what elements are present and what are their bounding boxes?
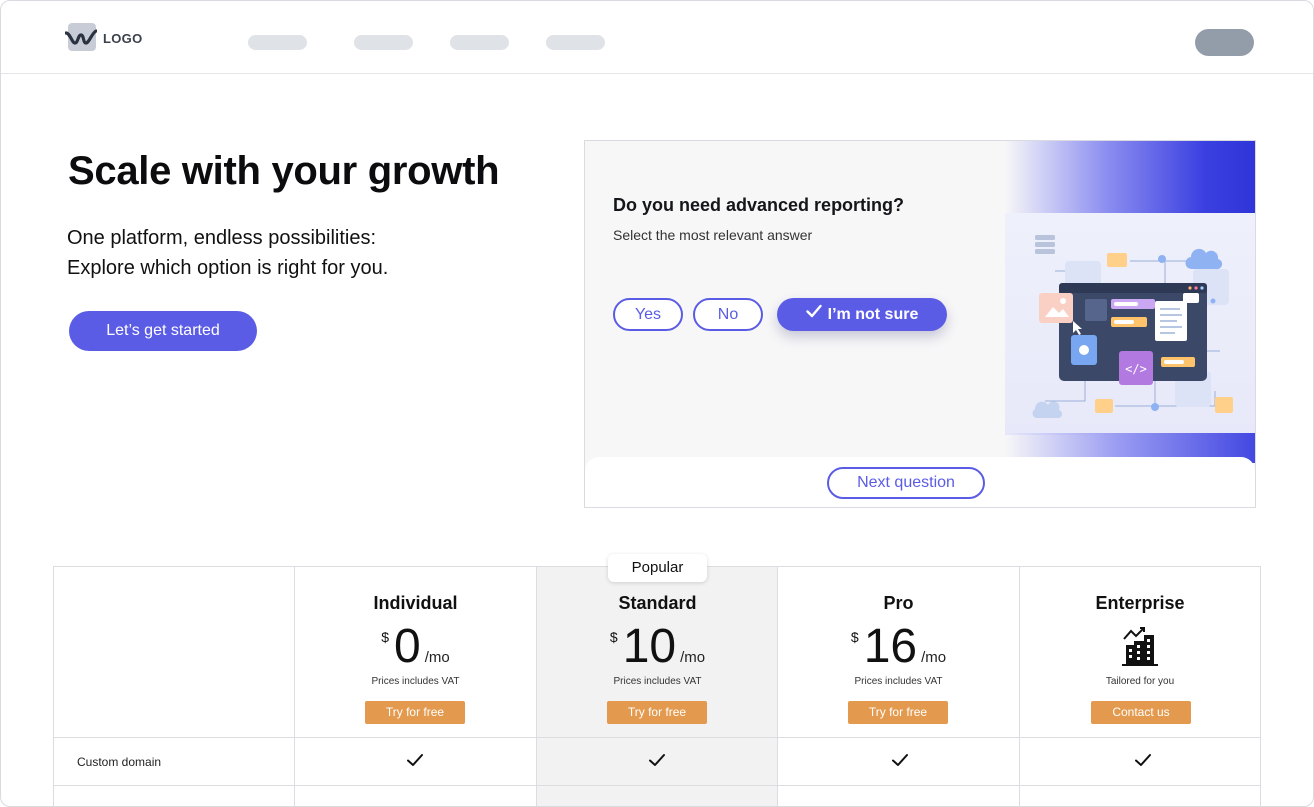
answer-no-button[interactable]: No: [693, 298, 763, 331]
price-note: Prices includes VAT: [371, 676, 460, 687]
price-currency: $: [609, 629, 618, 645]
building-icon: [1122, 627, 1158, 666]
hero-subtitle: One platform, endless possibilities: Exp…: [67, 223, 388, 283]
plan-name: Individual: [373, 593, 458, 613]
quiz-hint: Select the most relevant answer: [613, 227, 813, 243]
hero-subtitle-line-1: One platform, endless possibilities:: [67, 227, 377, 249]
quiz-gradient-top: [1005, 141, 1255, 213]
next-question-button[interactable]: Next question: [827, 467, 985, 499]
hero-title: Scale with your growth: [68, 149, 500, 193]
header-action-button[interactable]: [1195, 29, 1254, 56]
pro-try-button[interactable]: Try for free: [848, 701, 948, 724]
price-amount: 16: [863, 620, 918, 673]
plan-name: Pro: [883, 593, 914, 613]
answer-not-sure-label: I’m not sure: [827, 306, 919, 323]
plan-column-individual: Individual $ 0 /mo Prices includes VAT T…: [294, 567, 536, 806]
check-icon: [649, 754, 665, 766]
top-header: LOGO: [1, 1, 1313, 74]
price-period: /mo: [424, 649, 450, 666]
logo-text: LOGO: [103, 30, 143, 46]
plan-price: $ 16 /mo: [778, 619, 1019, 675]
plan-price: $ 10 /mo: [537, 619, 778, 675]
price-amount: 10: [622, 620, 677, 673]
plan-price: $ 0 /mo: [295, 619, 536, 675]
page-frame: LOGO Scale with your growth One platform…: [0, 0, 1314, 807]
price-period: /mo: [680, 649, 706, 666]
price-note: Prices includes VAT: [854, 676, 943, 687]
check-icon: [805, 297, 822, 330]
answer-yes-button[interactable]: Yes: [613, 298, 683, 331]
quiz-question: Do you need advanced reporting?: [613, 195, 905, 215]
price-currency: $: [381, 629, 390, 645]
row-divider: [53, 737, 1261, 738]
plan-column-pro: Pro $ 16 /mo Prices includes VAT Try for…: [777, 567, 1019, 806]
row-divider: [53, 785, 1261, 786]
hero-subtitle-line-2: Explore which option is right for you.: [67, 257, 389, 279]
check-icon: [407, 754, 423, 766]
dashboard-illustration: </>: [1032, 235, 1233, 419]
plan-name: Standard: [618, 593, 697, 613]
standard-try-button[interactable]: Try for free: [607, 701, 707, 724]
price-period: /mo: [921, 649, 947, 666]
plan-name: Enterprise: [1095, 593, 1185, 613]
quiz-card: </> Do you need advanced reporting? Sele…: [584, 140, 1256, 508]
feature-label-custom-domain: Custom domain: [77, 755, 162, 769]
nav-item-1[interactable]: [248, 35, 307, 50]
plan-column-enterprise: Enterprise Tailored for you Contact us: [1019, 567, 1261, 806]
nav-item-2[interactable]: [354, 35, 413, 50]
price-amount: 0: [394, 620, 421, 673]
price-note: Prices includes VAT: [613, 676, 702, 687]
logo-icon: [65, 23, 97, 53]
quiz-footer: Next question: [585, 457, 1255, 507]
pricing-table: Individual $ 0 /mo Prices includes VAT T…: [53, 566, 1261, 806]
nav-item-4[interactable]: [546, 35, 605, 50]
logo[interactable]: LOGO: [65, 23, 142, 53]
nav-item-3[interactable]: [450, 35, 509, 50]
price-currency: $: [850, 629, 859, 645]
popular-badge: Popular: [608, 554, 707, 582]
svg-text:</>: </>: [1125, 362, 1147, 376]
individual-try-button[interactable]: Try for free: [365, 701, 465, 724]
check-icon: [892, 754, 908, 766]
plan-column-standard: Standard $ 10 /mo Prices includes VAT Tr…: [536, 567, 778, 806]
get-started-button[interactable]: Let’s get started: [69, 311, 257, 351]
check-icon: [1135, 754, 1151, 766]
answer-not-sure-button[interactable]: I’m not sure: [777, 298, 947, 331]
contact-us-button[interactable]: Contact us: [1091, 701, 1191, 724]
feature-label-column: [53, 567, 295, 806]
price-note: Tailored for you: [1105, 676, 1175, 687]
